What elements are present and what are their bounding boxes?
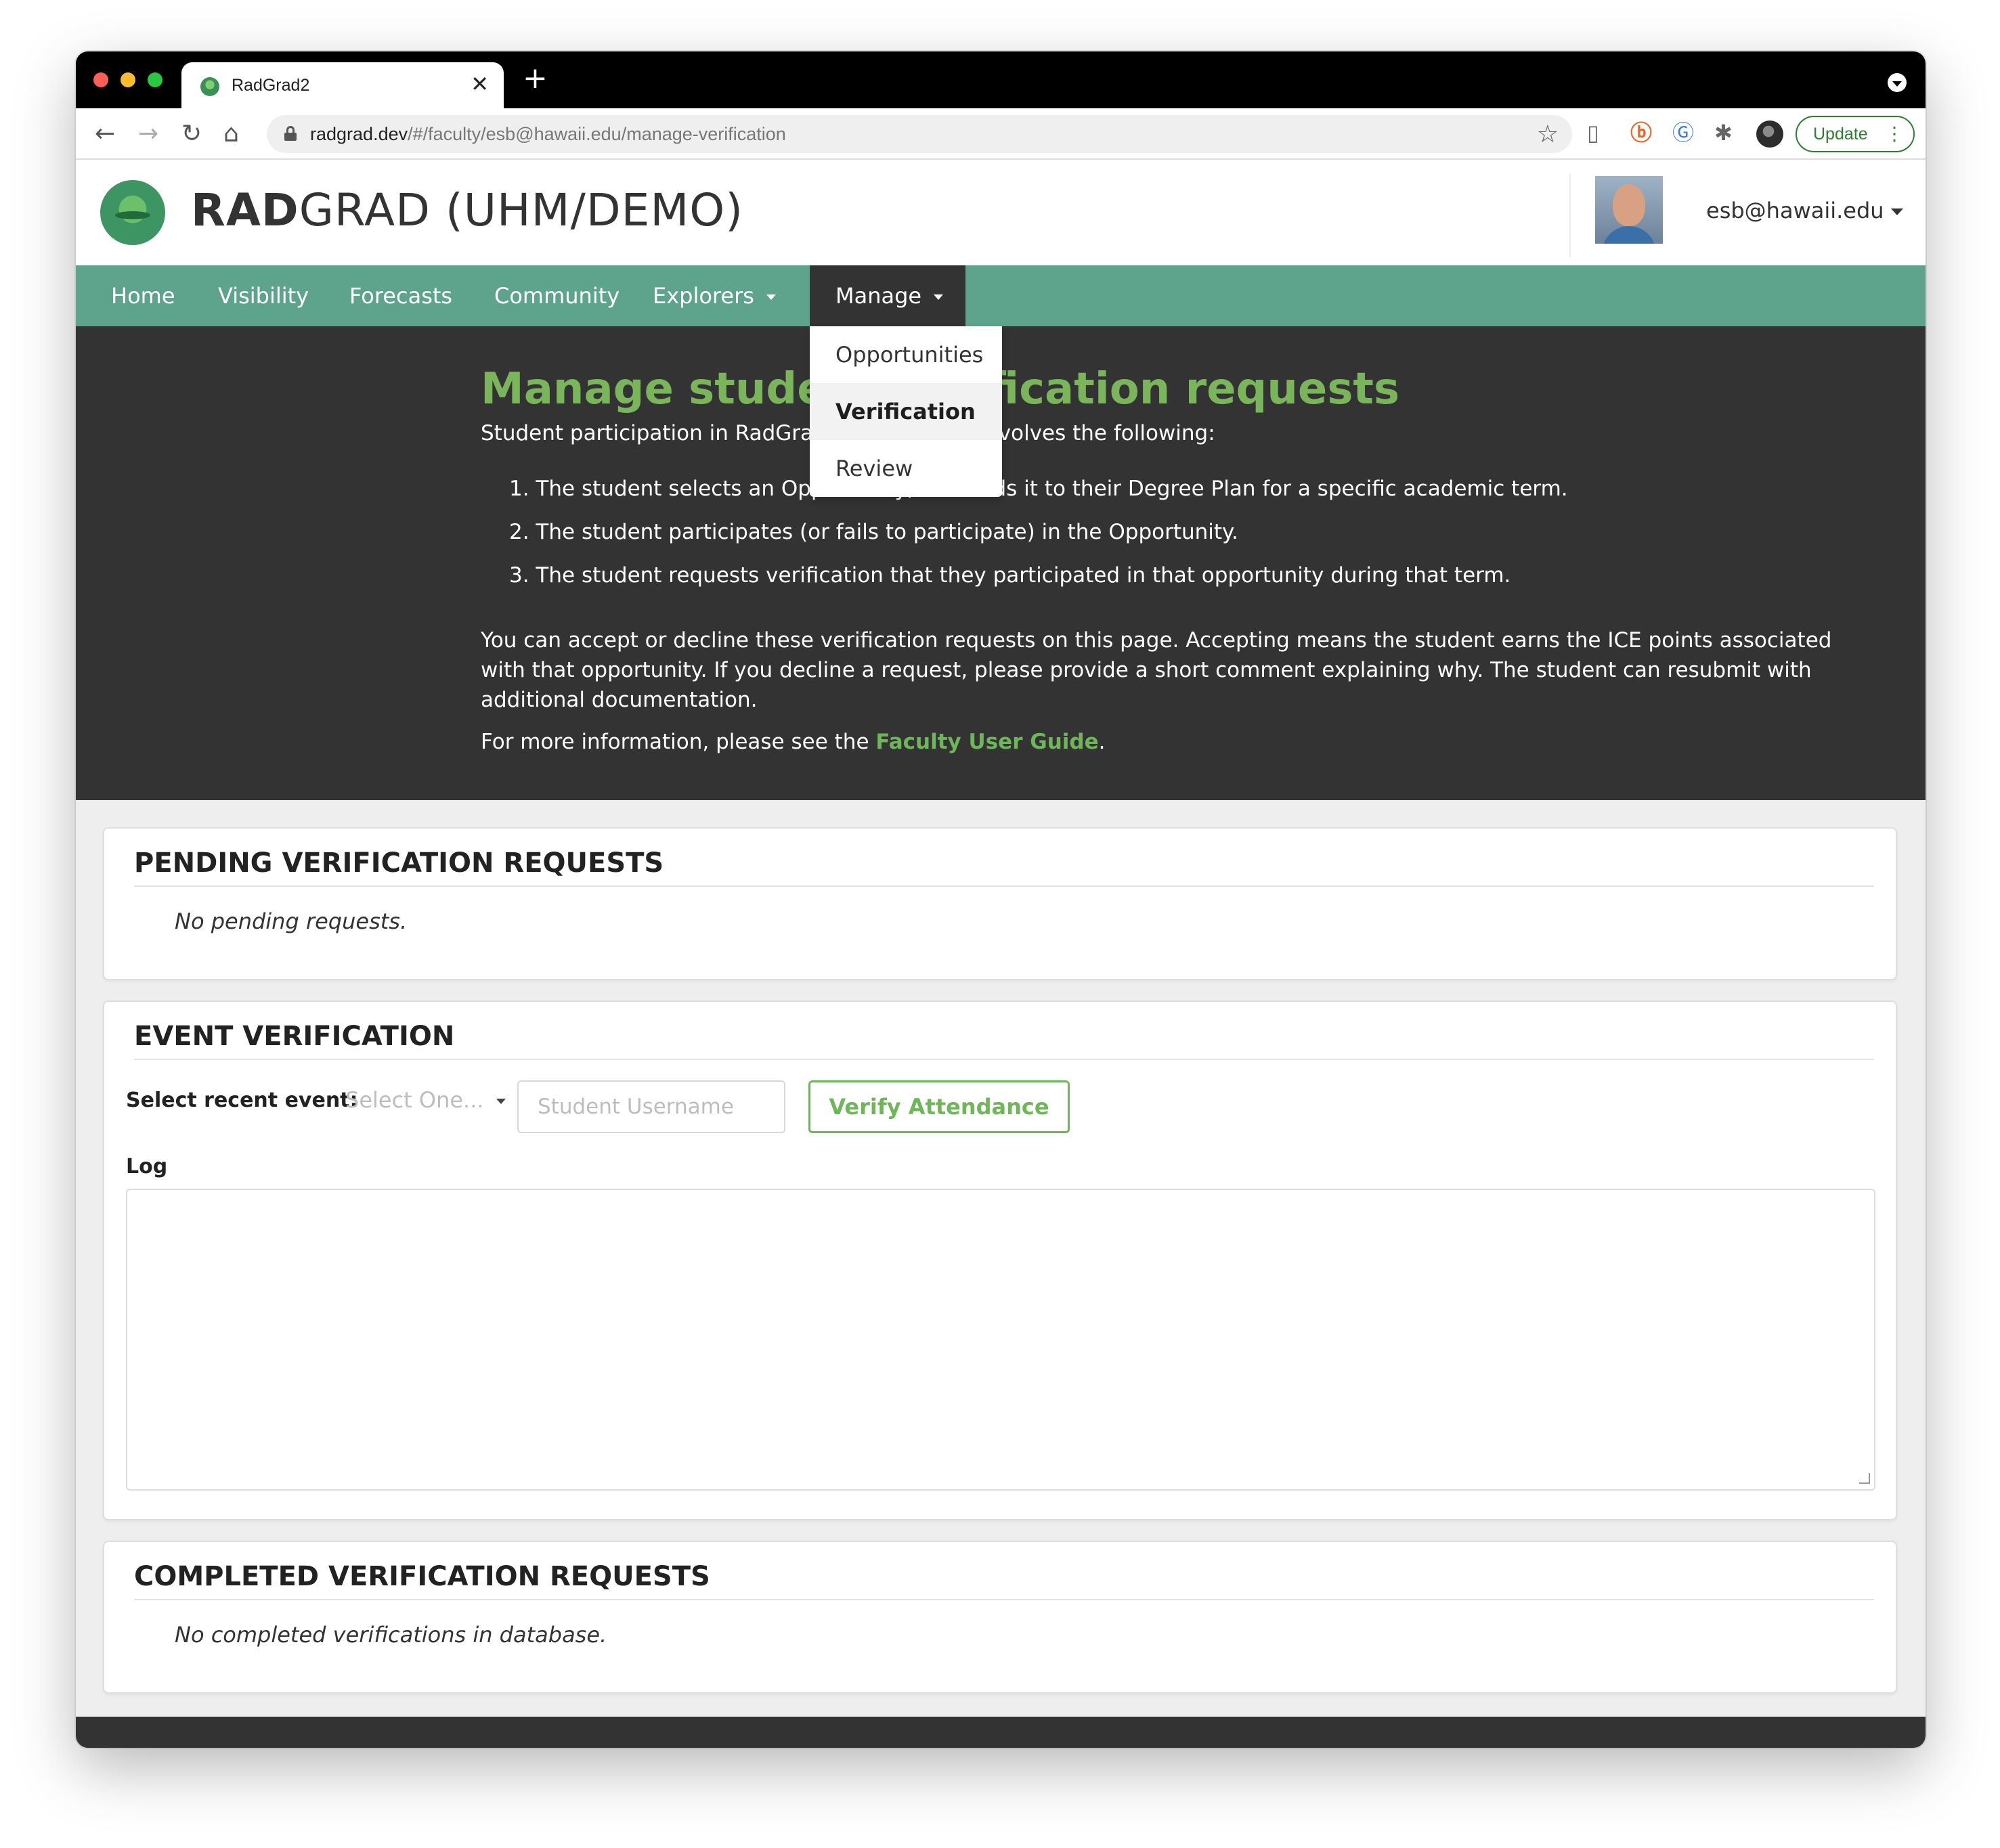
pending-empty-message: No pending requests. <box>175 908 408 934</box>
chevron-down-icon <box>1890 208 1903 215</box>
pending-requests-panel: PENDING VERIFICATION REQUESTS No pending… <box>103 827 1897 980</box>
browser-window: RadGrad2 ✕ + ← → ↻ ⌂ radgrad.dev/#/facul… <box>76 51 1926 1748</box>
completed-requests-panel: COMPLETED VERIFICATION REQUESTS No compl… <box>103 1541 1897 1694</box>
tab-search-icon[interactable] <box>1888 73 1907 92</box>
select-event-label: Select recent event: <box>126 1088 358 1112</box>
more-icon[interactable]: ⋮ <box>1885 117 1904 151</box>
extension-g-icon[interactable]: Ⓖ <box>1672 119 1694 146</box>
minimize-window-button[interactable] <box>121 72 135 87</box>
star-icon[interactable]: ☆ <box>1537 120 1559 148</box>
event-select[interactable]: Select One... <box>345 1087 506 1113</box>
log-textarea[interactable] <box>126 1189 1875 1491</box>
address-bar[interactable]: radgrad.dev/#/faculty/esb@hawaii.edu/man… <box>267 115 1572 153</box>
site-title-bold: RAD <box>191 184 299 236</box>
hero-steps: 1. The student selects an Opportunity, a… <box>509 474 1568 604</box>
menu-item-review[interactable]: Review <box>810 440 1002 497</box>
document-icon[interactable]: ▯ <box>1587 119 1599 146</box>
forward-icon[interactable]: → <box>138 120 158 148</box>
nav-home[interactable]: Home <box>111 265 175 326</box>
completed-empty-message: No completed verifications in database. <box>175 1622 607 1648</box>
verify-attendance-button[interactable]: Verify Attendance <box>808 1080 1070 1133</box>
url-host: radgrad.dev <box>310 124 408 144</box>
chevron-down-icon <box>766 294 776 300</box>
chevron-down-icon <box>934 294 944 300</box>
extension-b-icon[interactable]: ⓑ <box>1630 119 1652 146</box>
hero-more-suffix: . <box>1098 730 1106 754</box>
close-icon[interactable]: ✕ <box>471 73 489 95</box>
nav-explorers[interactable]: Explorers <box>653 265 776 326</box>
new-tab-button[interactable]: + <box>523 64 548 93</box>
profile-avatar[interactable] <box>1756 120 1783 148</box>
nav-visibility[interactable]: Visibility <box>218 265 309 326</box>
log-label: Log <box>126 1155 168 1179</box>
menu-item-verification[interactable]: Verification <box>810 383 1002 440</box>
divider <box>134 885 1874 887</box>
divider <box>134 1059 1874 1060</box>
nav-community[interactable]: Community <box>494 265 619 326</box>
page-footer <box>76 1717 1926 1748</box>
browser-toolbar: ← → ↻ ⌂ radgrad.dev/#/faculty/esb@hawaii… <box>76 108 1926 160</box>
hero-intro: Student participation in RadGrad opportu… <box>481 421 1215 445</box>
manage-dropdown-menu: Opportunities Verification Review <box>810 326 1002 497</box>
hero-more-prefix: For more information, please see the <box>481 730 876 754</box>
browser-tab[interactable]: RadGrad2 ✕ <box>181 62 504 108</box>
resize-handle[interactable] <box>1859 1473 1870 1484</box>
user-email: esb@hawaii.edu <box>1706 198 1884 223</box>
faculty-user-guide-link[interactable]: Faculty User Guide <box>875 730 1098 754</box>
tab-title: RadGrad2 <box>232 76 310 95</box>
avatar[interactable] <box>1595 176 1663 244</box>
student-username-input[interactable] <box>517 1080 785 1133</box>
radgrad-logo[interactable] <box>100 180 165 245</box>
maximize-window-button[interactable] <box>148 72 162 87</box>
hero-step: 3. The student requests verification tha… <box>509 563 1511 588</box>
close-window-button[interactable] <box>93 72 108 87</box>
nav-manage-label: Manage <box>835 283 922 309</box>
site-header: RADGRAD (UHM/DEMO) esb@hawaii.edu <box>76 160 1926 265</box>
hero-paragraph: You can accept or decline these verifica… <box>481 628 1832 712</box>
completed-header: COMPLETED VERIFICATION REQUESTS <box>134 1561 710 1592</box>
menu-item-opportunities[interactable]: Opportunities <box>810 326 1002 383</box>
lock-icon[interactable] <box>284 126 297 141</box>
main-nav: Home Visibility Forecasts Community Expl… <box>76 265 1926 326</box>
favicon-icon <box>200 77 219 96</box>
puzzle-icon[interactable]: ✱ <box>1714 119 1733 146</box>
nav-forecasts[interactable]: Forecasts <box>349 265 452 326</box>
url-text[interactable]: radgrad.dev/#/faculty/esb@hawaii.edu/man… <box>310 124 786 145</box>
nav-manage[interactable]: Manage <box>810 265 965 326</box>
page-content: RADGRAD (UHM/DEMO) esb@hawaii.edu Home V… <box>76 160 1926 1748</box>
header-divider <box>1569 173 1571 257</box>
update-button[interactable]: Update ⋮ <box>1796 116 1915 152</box>
tab-strip: RadGrad2 ✕ + <box>76 51 1926 108</box>
hero-step: 2. The student participates (or fails to… <box>509 520 1238 544</box>
update-label: Update <box>1813 125 1868 144</box>
url-path: /#/faculty/esb@hawaii.edu/manage-verific… <box>408 124 786 144</box>
back-icon[interactable]: ← <box>95 120 115 148</box>
event-verification-panel: EVENT VERIFICATION Select recent event: … <box>103 1000 1897 1520</box>
pending-header: PENDING VERIFICATION REQUESTS <box>134 848 664 879</box>
nav-explorers-label: Explorers <box>653 283 754 309</box>
user-menu[interactable]: esb@hawaii.edu <box>1706 198 1903 223</box>
event-select-placeholder: Select One... <box>345 1087 484 1113</box>
hero-more-info: For more information, please see the Fac… <box>481 727 1106 757</box>
site-title-rest: GRAD (UHM/DEMO) <box>299 184 743 236</box>
hero-step: 1. The student selects an Opportunity, a… <box>509 477 1568 501</box>
chevron-down-icon <box>496 1099 506 1104</box>
site-title[interactable]: RADGRAD (UHM/DEMO) <box>191 184 743 236</box>
home-icon[interactable]: ⌂ <box>223 120 239 148</box>
event-header: EVENT VERIFICATION <box>134 1021 455 1052</box>
divider <box>134 1599 1874 1600</box>
reload-icon[interactable]: ↻ <box>181 120 202 148</box>
